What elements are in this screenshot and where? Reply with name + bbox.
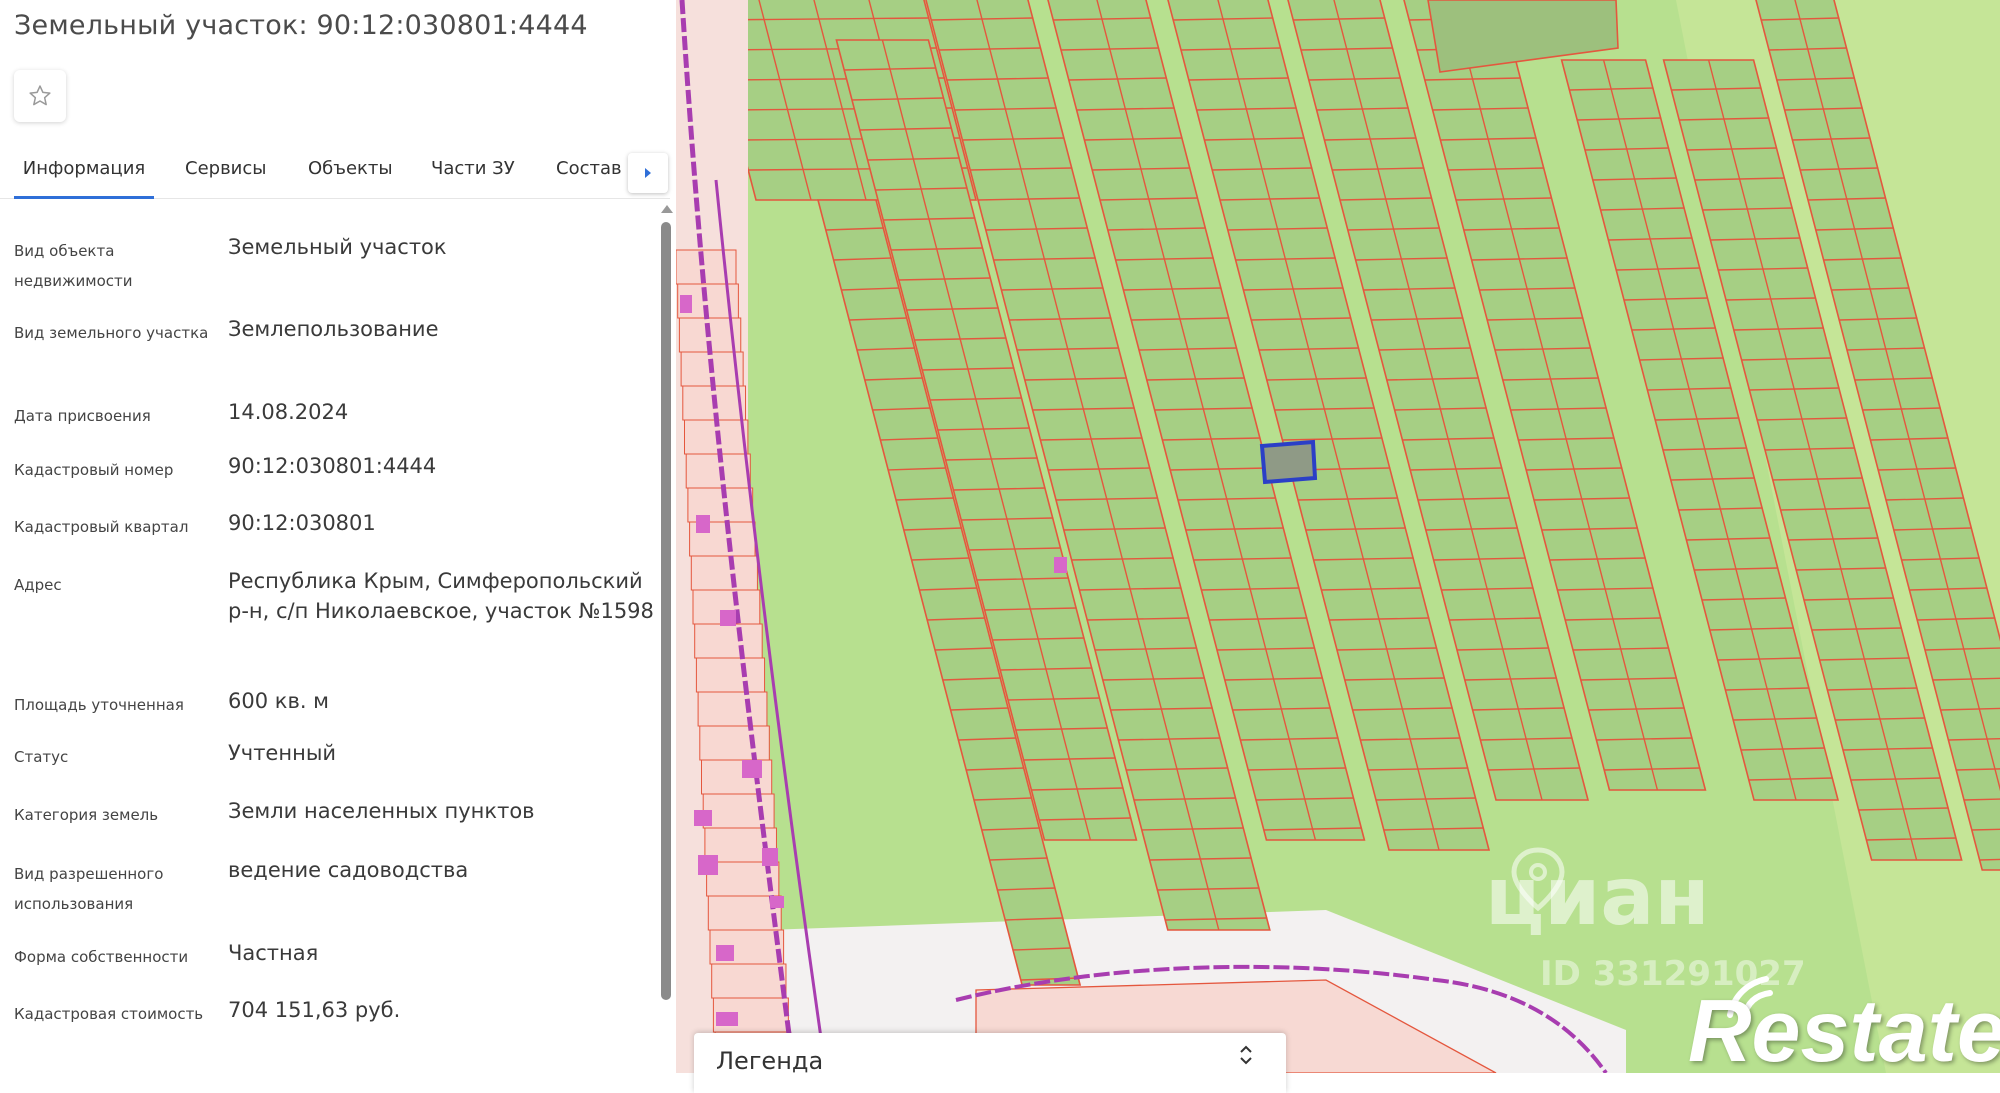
cadastral-map[interactable] — [676, 0, 2000, 1073]
scroll-up-arrow[interactable] — [661, 205, 673, 213]
map-building — [698, 855, 718, 875]
info-panel: Земельный участок: 90:12:030801:4444 Инф… — [0, 0, 676, 1073]
info-value: 90:12:030801:4444 — [228, 454, 437, 478]
info-label: Площадь уточненная — [14, 696, 184, 714]
road-lot — [711, 963, 787, 999]
info-value: 600 кв. м — [228, 689, 330, 713]
legend-toggle-button[interactable] — [1232, 1041, 1260, 1069]
map-building — [716, 945, 734, 961]
map-building — [770, 896, 784, 908]
selected-parcel[interactable] — [1259, 439, 1318, 485]
info-label: Форма собственности — [14, 948, 189, 966]
tab-bar: Информация Сервисы Объекты Части ЗУ Сост… — [0, 150, 670, 199]
info-label: Вид земельного участка — [14, 324, 209, 342]
info-label: Вид разрешенного использования — [14, 865, 164, 913]
info-label: Кадастровый номер — [14, 461, 174, 479]
favorite-button[interactable] — [14, 70, 66, 122]
road-lot — [695, 657, 766, 693]
tab-composition[interactable]: Состав — [556, 156, 622, 196]
info-label: Вид объекта недвижимости — [14, 242, 133, 290]
info-value: Землепользование — [228, 317, 439, 341]
tab-objects[interactable]: Объекты — [308, 156, 393, 196]
info-label: Адрес — [14, 576, 62, 594]
scrollbar-thumb[interactable] — [661, 222, 671, 1000]
info-value: Республика Крым, Симферопольский р-н, с/… — [228, 569, 654, 623]
info-label: Статус — [14, 748, 69, 766]
road-lot — [699, 725, 770, 761]
map-building — [1054, 557, 1067, 573]
chevron-right-icon — [645, 168, 651, 178]
info-value: 14.08.2024 — [228, 400, 349, 424]
tab-information[interactable]: Информация — [14, 156, 154, 199]
info-label: Дата присвоения — [14, 407, 151, 425]
tab-services[interactable]: Сервисы — [185, 156, 266, 196]
info-value: ведение садоводства — [228, 858, 469, 882]
legend-title: Легенда — [716, 1047, 824, 1075]
info-label: Кадастровый квартал — [14, 518, 189, 536]
info-value: Земельный участок — [228, 235, 447, 259]
info-label: Категория земель — [14, 806, 159, 824]
info-value: 704 151,63 руб. — [228, 998, 401, 1022]
page-title: Земельный участок: 90:12:030801:4444 — [14, 10, 588, 41]
road-lot — [697, 691, 768, 727]
chevron-up-down-icon — [1240, 1045, 1252, 1065]
road-lot — [694, 623, 763, 659]
road-lot — [702, 793, 775, 829]
map-building — [720, 610, 736, 626]
info-value: Учтенный — [228, 741, 337, 765]
map-building — [696, 515, 710, 533]
map-building — [762, 848, 778, 866]
info-value: Частная — [228, 941, 319, 965]
tabs-more-button[interactable] — [628, 153, 668, 193]
cian-watermark: циан — [1485, 850, 1710, 943]
star-icon — [29, 85, 51, 106]
info-value: 90:12:030801 — [228, 511, 376, 535]
info-value: Земли населенных пунктов — [228, 799, 535, 823]
tab-parcel-parts[interactable]: Части ЗУ — [431, 156, 515, 196]
map-building — [716, 1012, 738, 1026]
map-building — [694, 810, 712, 826]
road-lot — [690, 555, 758, 591]
map-building — [680, 295, 692, 313]
info-label: Кадастровая стоимость — [14, 1005, 204, 1023]
restate-logo: Restate — [1688, 981, 2000, 1080]
map-canvas[interactable] — [676, 0, 2000, 1073]
legend-panel[interactable]: Легенда — [694, 1033, 1286, 1093]
map-building — [742, 760, 762, 778]
